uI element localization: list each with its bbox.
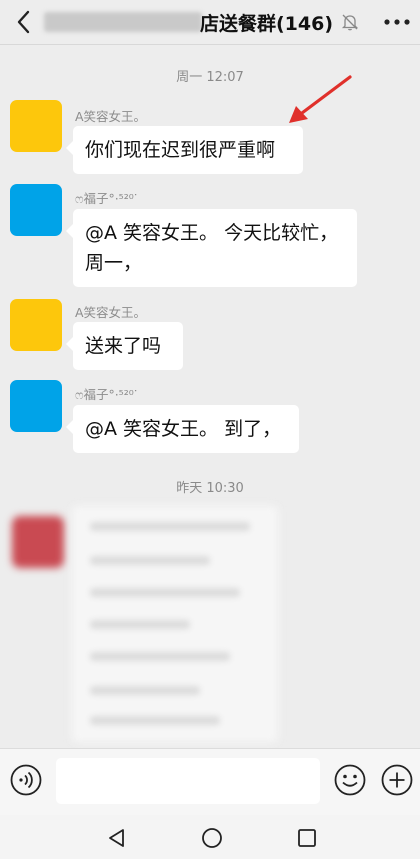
system-navbar — [0, 815, 420, 859]
message-input[interactable] — [56, 758, 320, 804]
blurred-line — [90, 716, 220, 725]
timestamp: 昨天 10:30 — [176, 481, 244, 496]
blurred-line — [90, 620, 190, 629]
blurred-line — [90, 652, 230, 661]
blurred-message — [0, 496, 420, 748]
message-bubble[interactable]: 送来了吗 — [66, 322, 183, 370]
chat-header: 店送餐群(146) — [0, 0, 420, 45]
back-arrow-icon[interactable] — [12, 8, 36, 36]
message-text-line: @A 笑容女王。 今天比较忙， — [85, 222, 339, 244]
sender-name: A笑容女王。 — [75, 305, 147, 320]
voice-icon[interactable] — [10, 764, 42, 796]
timestamp: 周一 12:07 — [176, 70, 244, 85]
message-bubble[interactable]: @A 笑容女王。 到了， — [66, 405, 299, 453]
message-text-line: 周一， — [85, 252, 143, 274]
blurred-group-name — [44, 12, 202, 32]
message-text: 送来了吗 — [85, 335, 162, 357]
message-text: @A 笑容女王。 到了， — [85, 418, 282, 440]
nav-recent-icon[interactable] — [295, 826, 319, 850]
avatar[interactable] — [10, 184, 62, 236]
sender-name: ෆ福子°·⁵²⁰ᐝ — [75, 387, 137, 402]
blurred-line — [90, 686, 200, 695]
message-bubble[interactable]: 你们现在迟到很严重啊 — [66, 126, 303, 174]
nav-back-icon[interactable] — [105, 826, 129, 850]
message-bubble[interactable]: @A 笑容女王。 今天比较忙， 周一， — [66, 209, 357, 287]
emoji-icon[interactable] — [334, 764, 366, 796]
red-arrow-annotation — [289, 75, 352, 123]
input-bar — [0, 748, 420, 815]
nav-home-icon[interactable] — [200, 826, 224, 850]
plus-icon[interactable] — [381, 764, 413, 796]
blurred-line — [90, 522, 250, 531]
blurred-line — [90, 588, 240, 597]
blurred-avatar — [12, 516, 64, 568]
blurred-line — [90, 556, 210, 565]
avatar[interactable] — [10, 299, 62, 351]
sender-name: A笑容女王。 — [75, 109, 147, 124]
sender-name: ෆ福子°·⁵²⁰ᐝ — [75, 191, 137, 206]
message-text: 你们现在迟到很严重啊 — [85, 139, 276, 161]
chat-title: 店送餐群(146) — [200, 13, 334, 35]
avatar[interactable] — [10, 100, 62, 152]
bell-muted-icon — [341, 14, 359, 31]
avatar[interactable] — [10, 380, 62, 432]
more-dots-icon[interactable] — [382, 14, 412, 30]
